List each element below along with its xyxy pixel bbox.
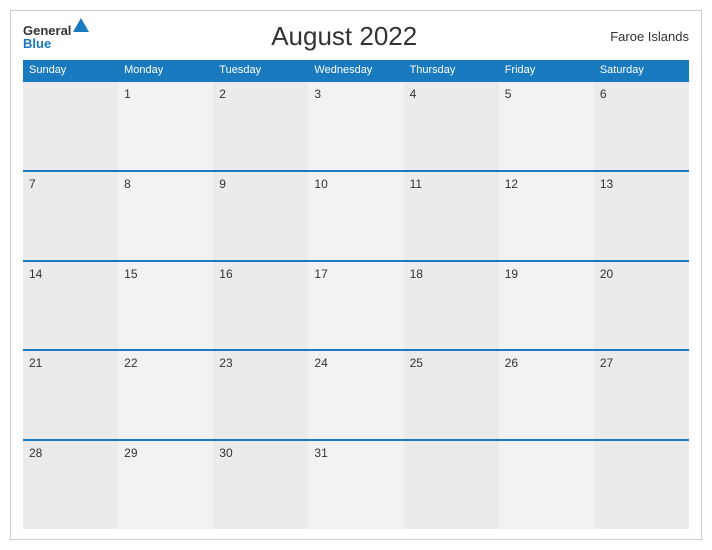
calendar-container: General Blue August 2022 Faroe Islands S…	[10, 10, 702, 540]
day-cell: 31	[308, 441, 403, 529]
day-cell: 14	[23, 262, 118, 350]
logo: General Blue	[23, 24, 89, 50]
day-cell	[499, 441, 594, 529]
day-cell: 27	[594, 351, 689, 439]
day-cell: 29	[118, 441, 213, 529]
day-cell	[23, 82, 118, 170]
week-row-5: 28293031	[23, 439, 689, 529]
day-cell: 26	[499, 351, 594, 439]
day-cell: 11	[404, 172, 499, 260]
day-cell: 1	[118, 82, 213, 170]
day-cell: 24	[308, 351, 403, 439]
day-cell: 4	[404, 82, 499, 170]
day-headers-row: SundayMondayTuesdayWednesdayThursdayFrid…	[23, 60, 689, 80]
day-header-friday: Friday	[499, 60, 594, 80]
day-header-thursday: Thursday	[404, 60, 499, 80]
day-cell: 6	[594, 82, 689, 170]
day-cell: 13	[594, 172, 689, 260]
day-cell: 17	[308, 262, 403, 350]
day-cell: 7	[23, 172, 118, 260]
calendar-header: General Blue August 2022 Faroe Islands	[23, 21, 689, 52]
week-row-3: 14151617181920	[23, 260, 689, 350]
calendar-grid: SundayMondayTuesdayWednesdayThursdayFrid…	[23, 60, 689, 529]
logo-blue: Blue	[23, 37, 51, 50]
day-cell: 21	[23, 351, 118, 439]
day-cell: 8	[118, 172, 213, 260]
logo-triangle-icon	[73, 18, 89, 32]
day-cell: 15	[118, 262, 213, 350]
day-cell: 19	[499, 262, 594, 350]
day-cell: 20	[594, 262, 689, 350]
day-cell: 18	[404, 262, 499, 350]
region-label: Faroe Islands	[599, 29, 689, 44]
day-cell: 23	[213, 351, 308, 439]
day-header-tuesday: Tuesday	[213, 60, 308, 80]
day-cell: 28	[23, 441, 118, 529]
day-cell: 5	[499, 82, 594, 170]
day-cell: 30	[213, 441, 308, 529]
day-cell	[404, 441, 499, 529]
day-cell: 3	[308, 82, 403, 170]
day-header-sunday: Sunday	[23, 60, 118, 80]
day-cell: 9	[213, 172, 308, 260]
day-cell: 10	[308, 172, 403, 260]
day-cell: 2	[213, 82, 308, 170]
logo-general: General	[23, 24, 71, 37]
week-row-1: 123456	[23, 80, 689, 170]
week-row-2: 78910111213	[23, 170, 689, 260]
day-cell: 12	[499, 172, 594, 260]
day-header-monday: Monday	[118, 60, 213, 80]
day-header-saturday: Saturday	[594, 60, 689, 80]
day-cell	[594, 441, 689, 529]
day-cell: 25	[404, 351, 499, 439]
day-header-wednesday: Wednesday	[308, 60, 403, 80]
week-row-4: 21222324252627	[23, 349, 689, 439]
calendar-title: August 2022	[89, 21, 599, 52]
day-cell: 22	[118, 351, 213, 439]
day-cell: 16	[213, 262, 308, 350]
